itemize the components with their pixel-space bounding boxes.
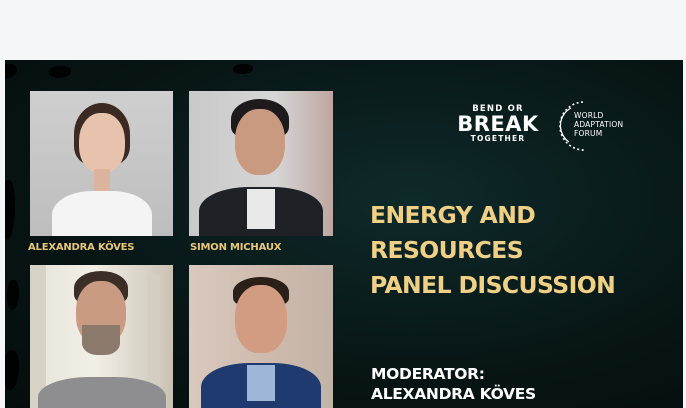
moderator-block: MODERATOR: ALEXANDRA KÖVES [371, 364, 536, 404]
speaker-photo-4 [189, 265, 333, 408]
event-banner: ALEXANDRA KÖVES SIMON MICHAUX BEND OR BR… [5, 60, 683, 408]
speaker-photo-3 [30, 265, 173, 408]
speaker-photo-1 [30, 91, 173, 236]
bend-or-break-logo: BEND OR BREAK TOGETHER [455, 104, 541, 143]
panel-title: ENERGY AND RESOURCES PANEL DISCUSSION [370, 198, 616, 303]
logo-text-main: BREAK [457, 112, 539, 136]
ink-splatter [233, 64, 253, 74]
ink-splatter [7, 280, 19, 310]
ink-splatter [5, 350, 19, 390]
speaker-photo-2 [189, 91, 333, 236]
forum-line-3: FORUM [574, 129, 603, 138]
speaker-name-2: SIMON MICHAUX [190, 242, 282, 253]
forum-line-1: WORLD [574, 111, 604, 120]
title-line-2: RESOURCES [370, 236, 524, 264]
title-line-3: PANEL DISCUSSION [370, 271, 616, 299]
forum-line-2: ADAPTATION [574, 120, 624, 129]
moderator-name: ALEXANDRA KÖVES [371, 385, 536, 403]
speaker-name-1: ALEXANDRA KÖVES [28, 242, 135, 253]
ink-splatter [49, 66, 71, 78]
ink-splatter [5, 64, 17, 78]
world-adaptation-forum-logo: WORLD ADAPTATION FORUM [557, 98, 629, 154]
moderator-label: MODERATOR: [371, 365, 485, 383]
title-line-1: ENERGY AND [370, 201, 536, 229]
top-whitespace [0, 0, 686, 60]
ink-splatter [5, 180, 15, 240]
